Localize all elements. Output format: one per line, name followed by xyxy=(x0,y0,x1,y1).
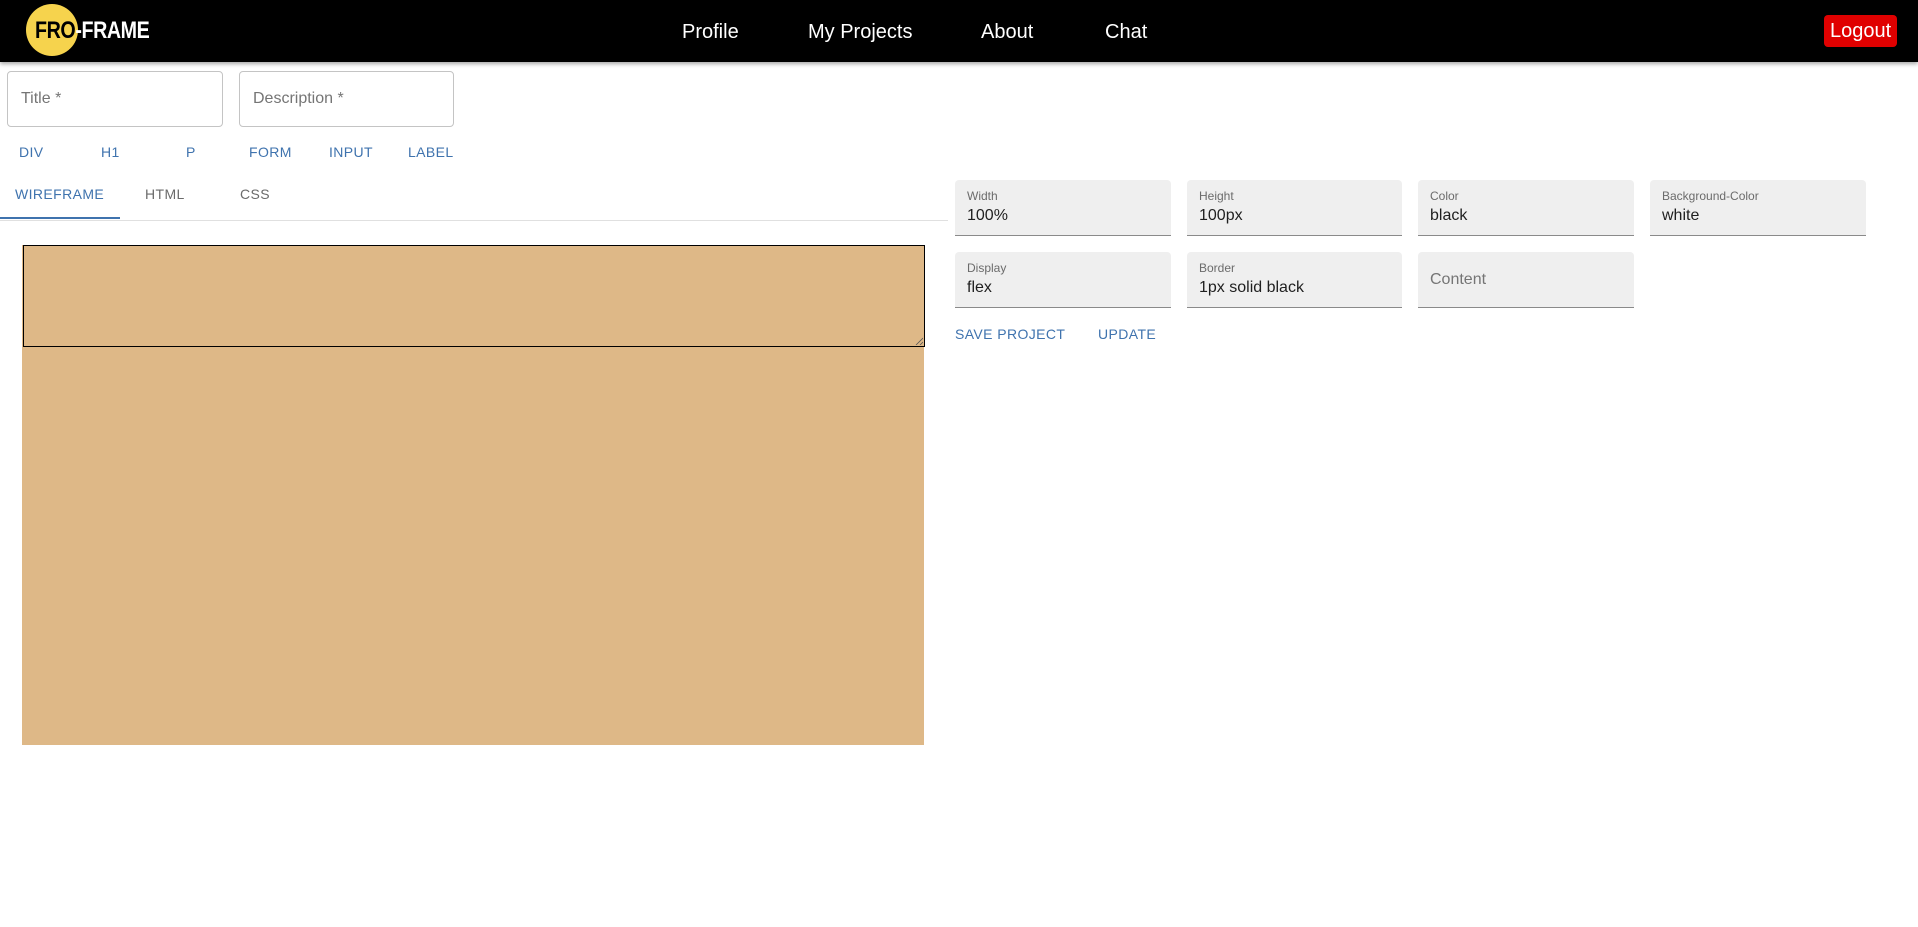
description-placeholder: Description * xyxy=(253,90,344,107)
update-button[interactable]: UPDATE xyxy=(1098,326,1156,342)
title-placeholder: Title * xyxy=(21,90,62,107)
add-h1-button[interactable]: H1 xyxy=(101,144,120,160)
add-label-button[interactable]: LABEL xyxy=(408,144,454,160)
nav-link-about[interactable]: About xyxy=(981,21,1033,44)
color-field[interactable]: Color black xyxy=(1418,180,1634,236)
logo-text-fro: FRO xyxy=(35,17,76,44)
navbar: FRO-FRAME Profile My Projects About Chat… xyxy=(0,0,1918,62)
width-label: Width xyxy=(967,189,998,203)
display-label: Display xyxy=(967,261,1007,275)
height-label: Height xyxy=(1199,189,1234,203)
nav-link-profile[interactable]: Profile xyxy=(682,21,739,44)
tab-html[interactable]: HTML xyxy=(145,186,185,202)
width-field[interactable]: Width 100% xyxy=(955,180,1171,236)
logo-text-frame: -FRAME xyxy=(75,17,150,44)
tab-divider xyxy=(0,220,948,221)
height-value[interactable]: 100px xyxy=(1199,207,1243,225)
add-input-button[interactable]: INPUT xyxy=(329,144,373,160)
title-input[interactable]: Title * xyxy=(7,71,223,127)
content-field[interactable]: Content xyxy=(1418,252,1634,308)
wireframe-div-element[interactable] xyxy=(23,245,925,347)
logout-button[interactable]: Logout xyxy=(1824,15,1898,47)
tab-active-indicator xyxy=(0,217,120,219)
save-project-button[interactable]: SAVE PROJECT xyxy=(955,326,1065,342)
width-value[interactable]: 100% xyxy=(967,207,1008,225)
color-label: Color xyxy=(1430,189,1459,203)
background-color-field[interactable]: Background-Color white xyxy=(1650,180,1866,236)
background-color-label: Background-Color xyxy=(1662,189,1759,203)
resize-handle-icon[interactable] xyxy=(915,337,923,345)
add-div-button[interactable]: DIV xyxy=(19,144,44,160)
background-color-value[interactable]: white xyxy=(1662,207,1699,225)
tab-wireframe[interactable]: WIREFRAME xyxy=(15,186,104,202)
display-value[interactable]: flex xyxy=(967,279,992,297)
height-field[interactable]: Height 100px xyxy=(1187,180,1402,236)
border-label: Border xyxy=(1199,261,1236,275)
border-value[interactable]: 1px solid black xyxy=(1199,279,1304,297)
border-field[interactable]: Border 1px solid black xyxy=(1187,252,1402,308)
add-p-button[interactable]: P xyxy=(186,144,196,160)
add-form-button[interactable]: FORM xyxy=(249,144,292,160)
nav-link-chat[interactable]: Chat xyxy=(1105,21,1147,44)
nav-link-my-projects[interactable]: My Projects xyxy=(808,21,912,44)
content-placeholder: Content xyxy=(1430,271,1487,288)
logo-text: FRO-FRAME xyxy=(35,17,150,45)
fro-frame-logo[interactable]: FRO-FRAME xyxy=(26,4,156,56)
description-input[interactable]: Description * xyxy=(239,71,454,127)
tab-css[interactable]: CSS xyxy=(240,186,270,202)
display-field[interactable]: Display flex xyxy=(955,252,1171,308)
color-value[interactable]: black xyxy=(1430,207,1467,225)
